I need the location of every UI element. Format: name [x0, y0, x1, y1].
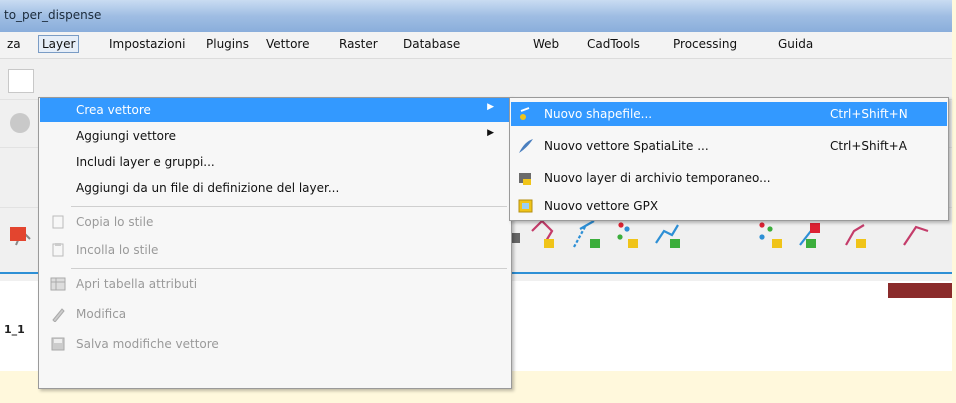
submenu-item-nuovo-layer-temporaneo[interactable]: Nuovo layer di archivio temporaneo...	[511, 166, 947, 190]
pan-icon[interactable]	[10, 113, 30, 133]
menu-za[interactable]: za	[4, 36, 24, 52]
menu-cadtools[interactable]: CadTools	[584, 36, 643, 52]
edit-feature-icon-8[interactable]	[903, 225, 929, 246]
menu-item-salva-modifiche[interactable]: Salva modifiche vettore	[40, 332, 510, 356]
spatialite-feather-icon	[519, 139, 533, 153]
pencil-icon	[52, 308, 65, 322]
menu-processing[interactable]: Processing	[670, 36, 740, 52]
toolbar-row	[0, 59, 952, 100]
menubar: za Layer Impostazioni Plugins Vettore Ra…	[0, 32, 952, 59]
menu-plugins[interactable]: Plugins	[203, 36, 252, 52]
new-shapefile-icon	[520, 107, 530, 120]
edit-feature-icon-4[interactable]	[655, 224, 680, 248]
temporary-layer-icon	[519, 173, 531, 185]
edit-feature-icon-2[interactable]	[573, 220, 600, 248]
save-edits-icon	[51, 337, 65, 351]
menu-item-aggiungi-vettore[interactable]: Aggiungi vettore ▶	[40, 124, 510, 148]
menu-item-aggiungi-definizione[interactable]: Aggiungi da un file di definizione del l…	[40, 176, 510, 200]
menu-item-incolla-stile[interactable]: Incolla lo stile	[40, 238, 510, 262]
copy-style-icon	[52, 215, 64, 229]
menu-separator	[71, 268, 507, 269]
menu-vettore[interactable]: Vettore	[263, 36, 312, 52]
window-title: to_per_dispense	[4, 8, 102, 22]
table-icon	[50, 277, 66, 291]
submenu-item-nuovo-gpx[interactable]: Nuovo vettore GPX	[511, 194, 947, 218]
left-icon-column	[10, 227, 26, 241]
decorative-red-bar	[888, 283, 952, 298]
crea-vettore-submenu: Nuovo shapefile... Ctrl+Shift+N Nuovo ve…	[509, 97, 949, 221]
toolbar-field[interactable]	[8, 69, 34, 93]
edit-feature-icon-6[interactable]	[799, 223, 820, 248]
gpx-icon	[518, 199, 533, 213]
menu-item-copia-stile[interactable]: Copia lo stile	[40, 210, 510, 234]
menu-item-modifica[interactable]: Modifica	[40, 302, 510, 326]
submenu-arrow-icon: ▶	[487, 102, 494, 112]
screenshot-frame: to_per_dispense za Layer Impostazioni Pl…	[0, 0, 956, 403]
menu-web[interactable]: Web	[530, 36, 562, 52]
edit-feature-icon-3[interactable]	[617, 222, 638, 248]
paste-style-icon	[52, 243, 64, 257]
layer-panel-stub: 1_1	[4, 323, 25, 336]
menu-guida[interactable]: Guida	[775, 36, 816, 52]
edit-feature-icon-1[interactable]	[531, 219, 554, 248]
menu-database[interactable]: Database	[400, 36, 463, 52]
add-point-icon[interactable]	[512, 233, 520, 243]
menu-raster[interactable]: Raster	[336, 36, 381, 52]
submenu-item-nuovo-shapefile[interactable]: Nuovo shapefile... Ctrl+Shift+N	[511, 102, 947, 126]
window-titlebar: to_per_dispense	[0, 0, 952, 32]
edit-feature-icon-7[interactable]	[845, 224, 866, 248]
layer-menu-dropdown: Crea vettore ▶ Aggiungi vettore ▶ Includ…	[38, 97, 512, 389]
menu-item-includi-layer[interactable]: Includi layer e gruppi...	[40, 150, 510, 174]
menu-separator	[71, 206, 507, 207]
edit-feature-icon-5[interactable]	[759, 222, 782, 248]
menu-item-tabella-attributi[interactable]: Apri tabella attributi	[40, 272, 510, 296]
menu-item-crea-vettore[interactable]: Crea vettore ▶	[40, 98, 510, 122]
submenu-item-nuovo-spatialite[interactable]: Nuovo vettore SpatiaLite ... Ctrl+Shift+…	[511, 134, 947, 158]
submenu-arrow-icon: ▶	[487, 128, 494, 138]
menu-impostazioni[interactable]: Impostazioni	[106, 36, 188, 52]
layer-color-icon	[10, 227, 26, 241]
menu-layer[interactable]: Layer	[38, 35, 80, 53]
